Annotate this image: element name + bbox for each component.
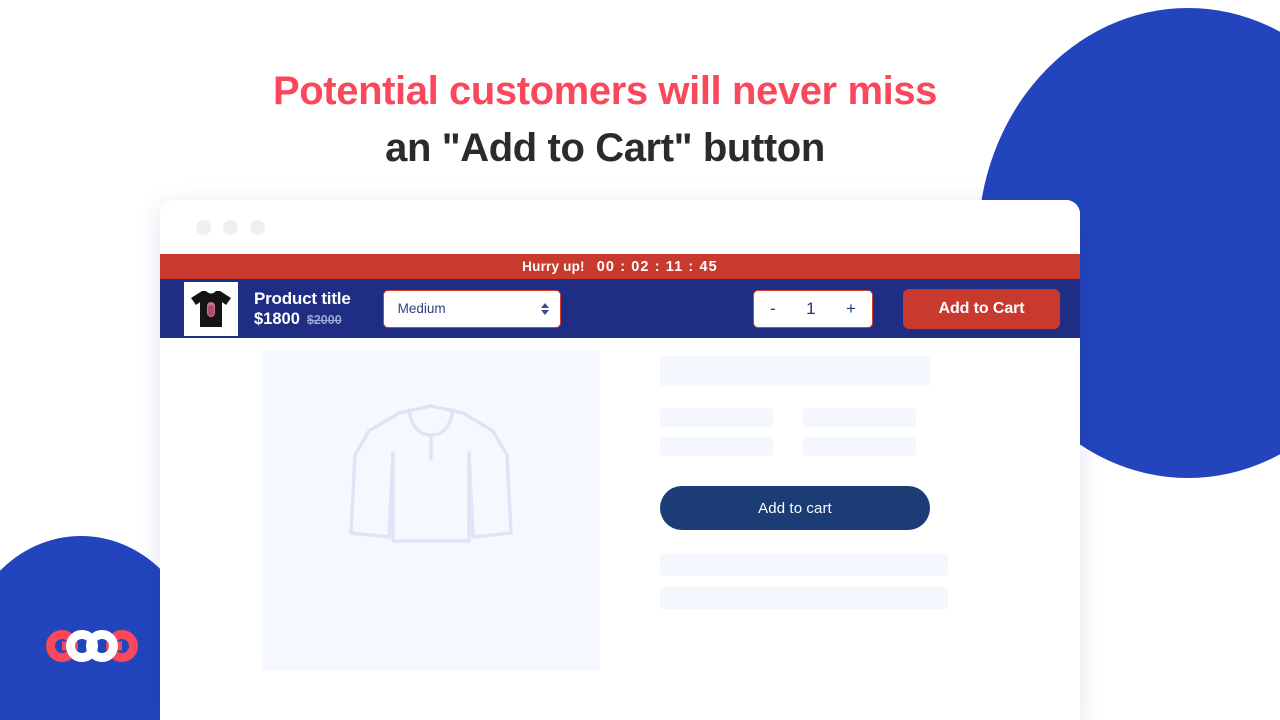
window-zoom-icon[interactable] xyxy=(250,219,265,235)
headline-line-1: Potential customers will never miss xyxy=(272,69,938,113)
skeleton-chip xyxy=(660,437,773,456)
product-price: $1800 xyxy=(254,309,300,328)
skeleton-chip xyxy=(660,408,773,427)
product-compare-price: $2000 xyxy=(306,312,342,327)
window-close-icon[interactable] xyxy=(196,219,211,235)
quantity-increment-button[interactable]: + xyxy=(846,299,856,319)
quantity-decrement-button[interactable]: - xyxy=(770,299,776,319)
skeleton-chip xyxy=(803,437,916,456)
skeleton-paragraph xyxy=(660,554,948,576)
product-thumbnail xyxy=(184,281,238,336)
countdown-timer: 00 : 02 : 11 : 45 xyxy=(596,258,718,275)
countdown-label: Hurry up! xyxy=(522,259,585,274)
long-sleeve-shirt-icon xyxy=(349,404,513,543)
select-stepper-icon xyxy=(540,302,549,315)
sticky-add-to-cart-bar: Product title $1800 $2000 Medium - 1 + A… xyxy=(160,279,1080,338)
slide-canvas: Potential customers will never miss an "… xyxy=(0,0,1280,720)
skeleton-paragraph xyxy=(660,587,948,609)
page-title: Potential customers will never miss an "… xyxy=(0,63,1210,177)
product-info: Product title $1800 $2000 xyxy=(254,289,351,329)
browser-chrome-bar xyxy=(160,200,1080,254)
page-add-to-cart-button[interactable]: Add to cart xyxy=(660,486,930,530)
product-gallery[interactable] xyxy=(262,350,600,670)
variant-select-value: Medium xyxy=(397,301,446,316)
skeleton-row xyxy=(660,408,952,427)
sticky-add-to-cart-button[interactable]: Add to Cart xyxy=(903,288,1060,329)
skeleton-row xyxy=(660,437,952,456)
product-page-body: Add to cart xyxy=(160,338,1080,720)
countdown-banner: Hurry up! 00 : 02 : 11 : 45 xyxy=(160,254,1080,279)
quantity-value[interactable]: 1 xyxy=(806,299,815,319)
headline-line-2: an "Add to Cart" button xyxy=(385,126,825,170)
good-logo xyxy=(46,630,138,662)
window-minimize-icon[interactable] xyxy=(223,219,238,235)
product-details-skeleton: Add to cart xyxy=(660,356,952,609)
skeleton-title xyxy=(660,356,930,386)
quantity-stepper[interactable]: - 1 + xyxy=(753,289,873,328)
skeleton-chip xyxy=(803,408,916,427)
variant-select[interactable]: Medium xyxy=(382,289,561,328)
tshirt-thumbnail-icon xyxy=(191,290,231,327)
product-title: Product title xyxy=(254,288,351,308)
product-prices: $1800 $2000 xyxy=(254,310,351,328)
browser-window: Hurry up! 00 : 02 : 11 : 45 Product titl… xyxy=(160,200,1080,720)
